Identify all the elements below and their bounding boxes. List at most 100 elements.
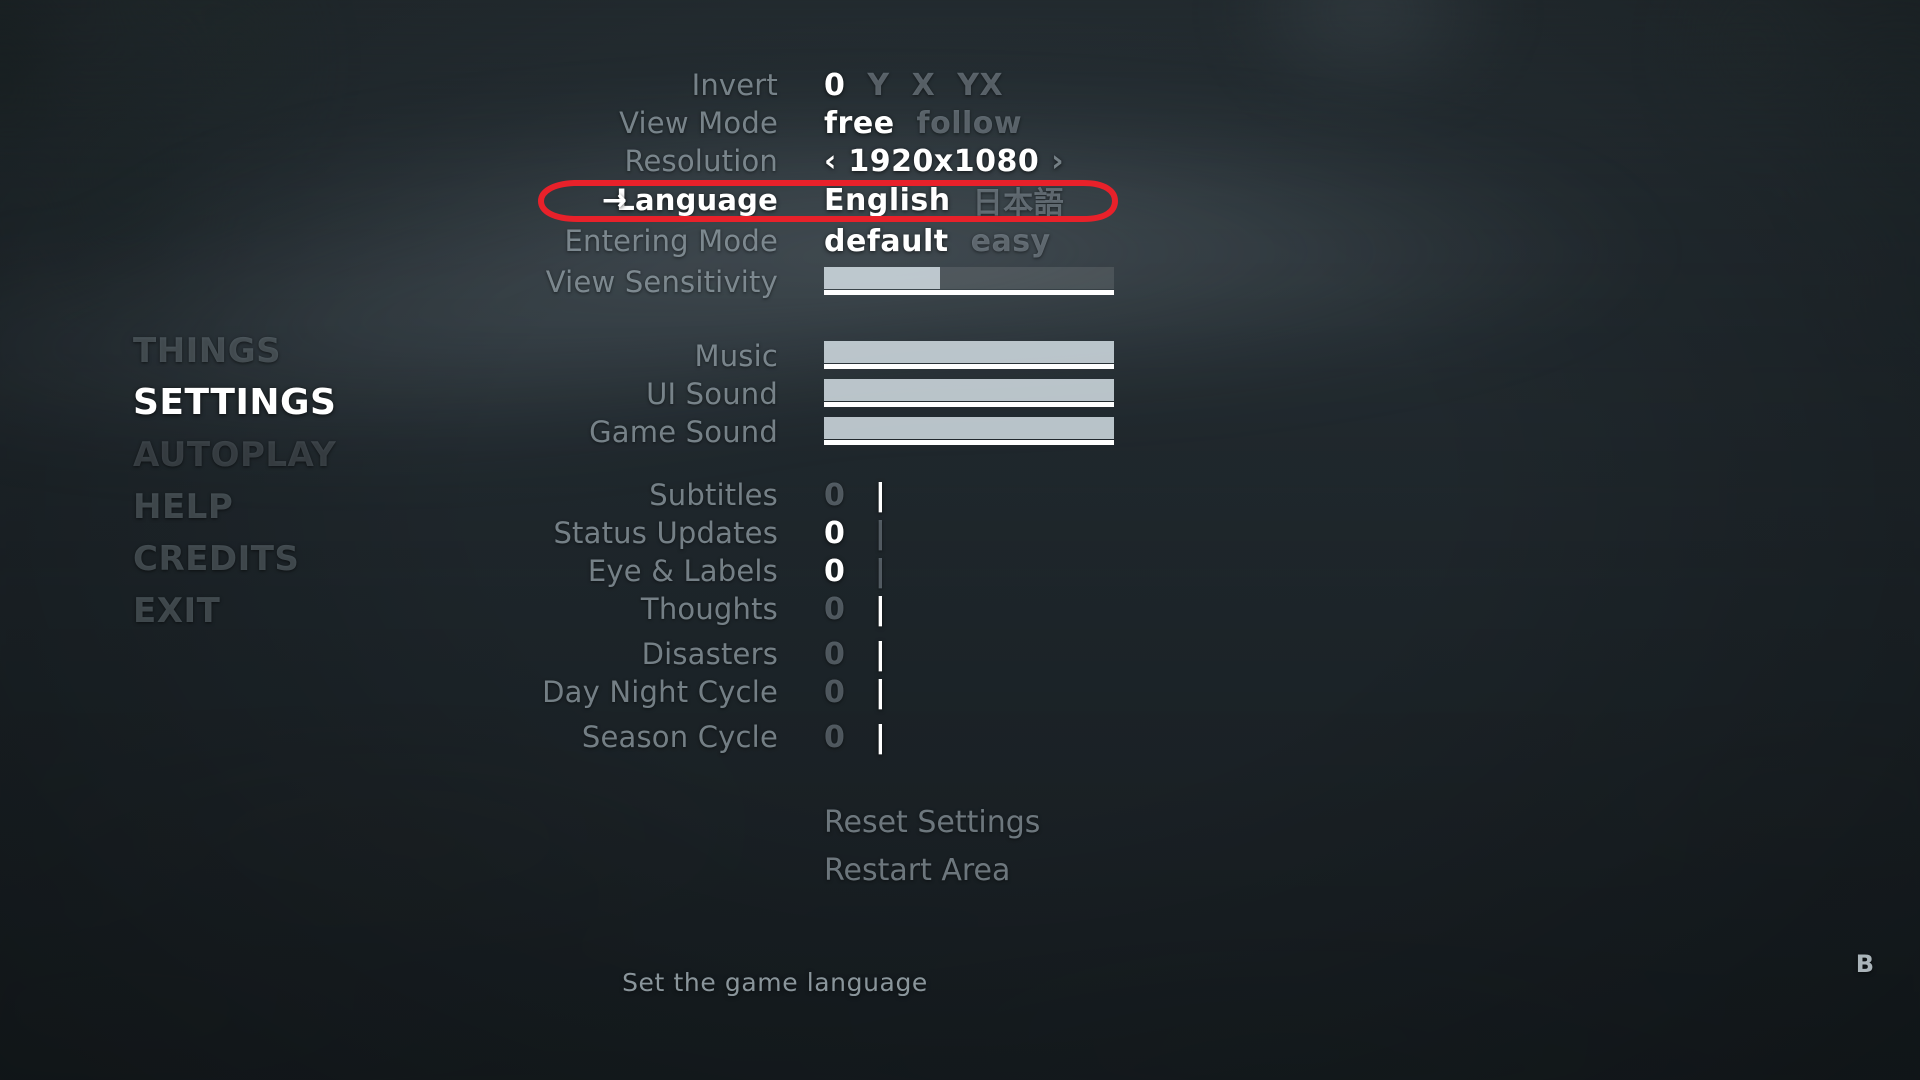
slider-fill xyxy=(824,267,940,289)
subtitles-option-on[interactable]: | xyxy=(875,478,886,513)
setting-label-eye-labels: Eye & Labels xyxy=(587,554,778,588)
eye-labels-option-off[interactable]: 0 xyxy=(824,554,845,589)
setting-row-thoughts[interactable]: Thoughts 0 | xyxy=(0,589,1180,629)
setting-label-season-cycle: Season Cycle xyxy=(581,720,778,754)
setting-row-season-cycle[interactable]: Season Cycle 0 | xyxy=(0,717,1180,757)
setting-values-day-night-cycle: 0 | xyxy=(824,675,886,710)
invert-option-0[interactable]: 0 xyxy=(824,68,845,103)
language-option-english[interactable]: English xyxy=(824,183,951,218)
setting-values-eye-labels: 0 | xyxy=(824,554,886,589)
setting-label-game-sound: Game Sound xyxy=(589,415,778,449)
reset-settings-button[interactable]: Reset Settings xyxy=(824,805,1040,840)
setting-row-subtitles[interactable]: Subtitles 0 | xyxy=(0,475,1180,515)
season-cycle-option-on[interactable]: | xyxy=(875,720,886,755)
status-updates-option-on[interactable]: | xyxy=(875,516,886,551)
setting-label-invert: Invert xyxy=(691,68,778,102)
setting-values-music xyxy=(824,341,1114,371)
setting-row-eye-labels[interactable]: Eye & Labels 0 | xyxy=(0,551,1180,591)
setting-label-status-updates: Status Updates xyxy=(553,516,778,550)
setting-label-day-night-cycle: Day Night Cycle xyxy=(542,675,778,709)
subtitles-toggle[interactable]: 0 | xyxy=(824,478,886,513)
ui-sound-slider[interactable] xyxy=(824,379,1114,409)
entering-mode-option-default[interactable]: default xyxy=(824,224,949,259)
setting-label-music: Music xyxy=(694,339,778,373)
setting-row-language[interactable]: → Language English 日本語 xyxy=(0,178,1180,222)
disasters-option-off[interactable]: 0 xyxy=(824,637,845,672)
setting-values-disasters: 0 | xyxy=(824,637,886,672)
setting-values-status-updates: 0 | xyxy=(824,516,886,551)
invert-option-yx[interactable]: YX xyxy=(957,68,1003,103)
game-sound-slider[interactable] xyxy=(824,417,1114,447)
restart-area-button[interactable]: Restart Area xyxy=(824,853,1010,888)
slider-fill xyxy=(824,417,1114,439)
status-updates-option-off[interactable]: 0 xyxy=(824,516,845,551)
day-night-cycle-toggle[interactable]: 0 | xyxy=(824,675,886,710)
disasters-toggle[interactable]: 0 | xyxy=(824,637,886,672)
setting-values-view-mode: free follow xyxy=(824,106,1022,141)
setting-row-ui-sound[interactable]: UI Sound xyxy=(0,374,1180,414)
season-cycle-toggle[interactable]: 0 | xyxy=(824,720,886,755)
resolution-stepper[interactable]: ‹ 1920x1080 › xyxy=(824,144,1064,179)
setting-row-view-mode[interactable]: View Mode free follow xyxy=(0,103,1180,143)
invert-option-y[interactable]: Y xyxy=(867,68,889,103)
slider-base xyxy=(824,402,1114,407)
back-button-hint[interactable]: B xyxy=(1856,950,1874,978)
setting-values-language: English 日本語 xyxy=(824,178,1064,222)
slider-fill xyxy=(824,379,1114,401)
day-night-cycle-option-on[interactable]: | xyxy=(875,675,886,710)
setting-label-thoughts: Thoughts xyxy=(640,592,778,626)
thoughts-toggle[interactable]: 0 | xyxy=(824,592,886,627)
slider-base xyxy=(824,440,1114,445)
chevron-left-icon[interactable]: ‹ xyxy=(824,144,836,179)
music-slider[interactable] xyxy=(824,341,1114,371)
setting-values-ui-sound xyxy=(824,379,1114,409)
setting-label-disasters: Disasters xyxy=(641,637,778,671)
invert-option-x[interactable]: X xyxy=(912,68,936,103)
thoughts-option-on[interactable]: | xyxy=(875,592,886,627)
setting-label-subtitles: Subtitles xyxy=(649,478,778,512)
status-updates-toggle[interactable]: 0 | xyxy=(824,516,886,551)
view-sensitivity-slider[interactable] xyxy=(824,267,1114,297)
slider-base xyxy=(824,290,1114,295)
thoughts-option-off[interactable]: 0 xyxy=(824,592,845,627)
setting-row-resolution[interactable]: Resolution ‹ 1920x1080 › xyxy=(0,141,1180,181)
selection-arrow-icon: → xyxy=(602,182,628,218)
setting-row-day-night-cycle[interactable]: Day Night Cycle 0 | xyxy=(0,672,1180,712)
setting-row-music[interactable]: Music xyxy=(0,336,1180,376)
chevron-right-icon[interactable]: › xyxy=(1051,144,1063,179)
setting-values-game-sound xyxy=(824,417,1114,447)
setting-values-view-sensitivity xyxy=(824,267,1114,297)
day-night-cycle-option-off[interactable]: 0 xyxy=(824,675,845,710)
eye-labels-option-on[interactable]: | xyxy=(875,554,886,589)
slider-fill xyxy=(824,341,1114,363)
setting-values-subtitles: 0 | xyxy=(824,478,886,513)
setting-row-game-sound[interactable]: Game Sound xyxy=(0,412,1180,452)
setting-row-disasters[interactable]: Disasters 0 | xyxy=(0,634,1180,674)
setting-label-language: Language xyxy=(616,183,778,217)
setting-label-ui-sound: UI Sound xyxy=(646,377,778,411)
language-option-japanese[interactable]: 日本語 xyxy=(973,178,1065,222)
setting-label-entering-mode: Entering Mode xyxy=(564,224,778,258)
setting-values-entering-mode: default easy xyxy=(824,224,1051,259)
view-mode-option-free[interactable]: free xyxy=(824,106,895,141)
season-cycle-option-off[interactable]: 0 xyxy=(824,720,845,755)
setting-values-season-cycle: 0 | xyxy=(824,720,886,755)
setting-row-invert[interactable]: Invert 0 Y X YX xyxy=(0,65,1180,105)
resolution-value: 1920x1080 xyxy=(848,143,1040,179)
setting-values-resolution: ‹ 1920x1080 › xyxy=(824,144,1064,179)
footer-hint-text: Set the game language xyxy=(0,968,1920,997)
setting-row-entering-mode[interactable]: Entering Mode default easy xyxy=(0,221,1180,261)
setting-label-resolution: Resolution xyxy=(624,144,778,178)
footer-hint-label: Set the game language xyxy=(622,968,928,997)
setting-label-view-mode: View Mode xyxy=(619,106,778,140)
setting-row-status-updates[interactable]: Status Updates 0 | xyxy=(0,513,1180,553)
slider-base xyxy=(824,364,1114,369)
setting-row-view-sensitivity[interactable]: View Sensitivity xyxy=(0,262,1180,302)
eye-labels-toggle[interactable]: 0 | xyxy=(824,554,886,589)
setting-values-invert: 0 Y X YX xyxy=(824,68,1003,103)
entering-mode-option-easy[interactable]: easy xyxy=(971,224,1051,259)
disasters-option-on[interactable]: | xyxy=(875,637,886,672)
view-mode-option-follow[interactable]: follow xyxy=(917,106,1023,141)
subtitles-option-off[interactable]: 0 xyxy=(824,478,845,513)
setting-label-view-sensitivity: View Sensitivity xyxy=(545,265,778,299)
